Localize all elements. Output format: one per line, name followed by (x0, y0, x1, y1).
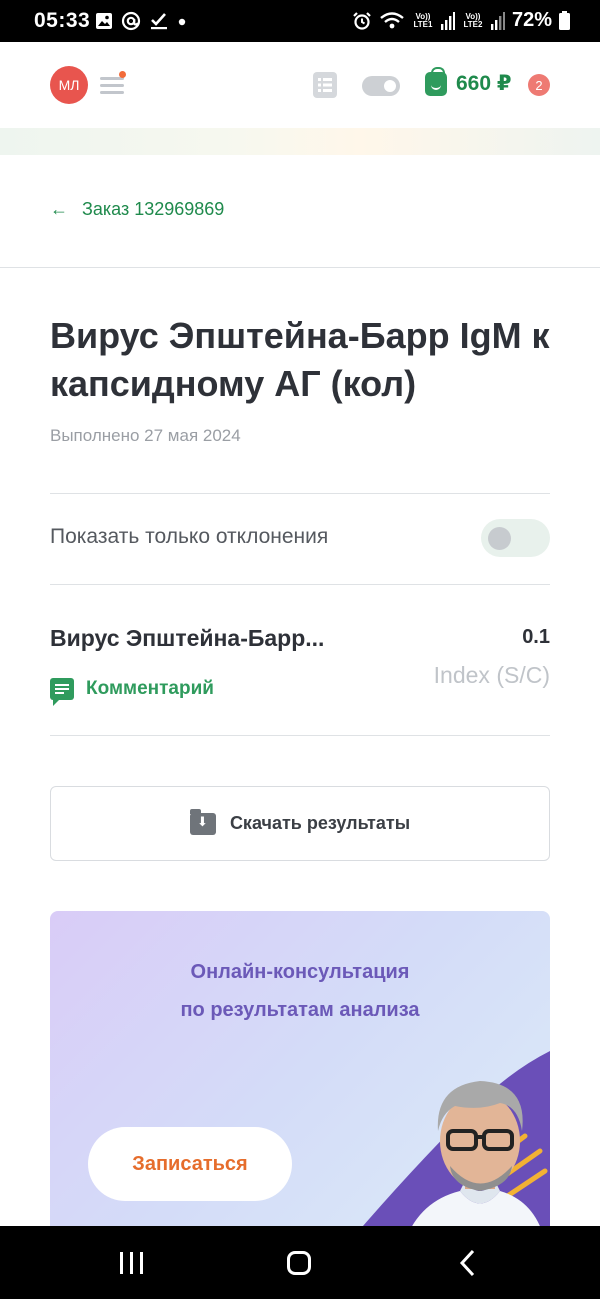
alarm-icon (353, 11, 371, 30)
divider (0, 267, 600, 268)
comment-label: Комментарий (86, 678, 214, 699)
sim2-label: Vo)) LTE2 (463, 11, 483, 29)
divider (50, 584, 550, 585)
at-icon (121, 11, 141, 31)
cart-badge: 2 (528, 74, 550, 96)
cart-sum[interactable]: 660 ₽ (456, 71, 511, 96)
notification-icons (95, 11, 187, 31)
add-toggle-icon[interactable] (362, 76, 400, 96)
divider (50, 735, 550, 736)
comment-icon (50, 678, 74, 706)
banner-title: Онлайн-консультация по результатам анали… (50, 953, 550, 1029)
page-title: Вирус Эпштейна-Барр IgM к капсидному АГ … (50, 315, 550, 404)
signal-icon (490, 11, 505, 30)
back-to-order-link[interactable]: ← Заказ 132969869 (50, 199, 224, 220)
deviations-only-switch[interactable] (481, 519, 550, 557)
home-icon[interactable] (287, 1251, 311, 1275)
result-name[interactable]: Вирус Эпштейна-Барр... (50, 625, 324, 652)
gallery-icon (96, 13, 112, 29)
back-icon[interactable] (458, 1248, 478, 1278)
recent-apps-icon[interactable] (120, 1252, 144, 1274)
back-link-label: Заказ 132969869 (82, 199, 225, 219)
screen: 05:33 Vo)) LTE1 Vo)) LTE2 72% МЛ 660 ₽ 2… (0, 0, 600, 1299)
header-gradient-strip (0, 128, 600, 155)
app-header: МЛ 660 ₽ 2 (0, 42, 600, 130)
menu-icon[interactable] (100, 71, 126, 95)
wifi-icon (380, 11, 404, 28)
completed-date: Выполнено 27 мая 2024 (50, 426, 241, 445)
banner-title-line2: по результатам анализа (180, 999, 420, 1021)
dot-icon (178, 18, 186, 26)
status-bar: 05:33 Vo)) LTE1 Vo)) LTE2 72% (0, 0, 600, 42)
signal-icon (440, 11, 455, 30)
avatar[interactable]: МЛ (50, 66, 88, 104)
battery-percent: 72% (511, 9, 552, 31)
comment-link[interactable]: Комментарий (50, 678, 214, 706)
switch-knob (488, 527, 511, 550)
battery-icon (559, 11, 570, 30)
result-value: 0.1 (522, 626, 550, 648)
sign-up-button[interactable]: Записаться (88, 1127, 292, 1201)
deviations-only-label: Показать только отклонения (50, 525, 329, 548)
system-nav-bar (0, 1226, 600, 1299)
divider (50, 493, 550, 494)
result-unit: Index (S/C) (433, 662, 550, 688)
sim1-label: Vo)) LTE1 (413, 11, 433, 29)
orders-list-icon[interactable] (313, 72, 337, 98)
system-icons: Vo)) LTE1 Vo)) LTE2 72% (352, 9, 570, 32)
download-results-button[interactable]: Скачать результаты (50, 786, 550, 861)
banner-title-line1: Онлайн-консультация (190, 961, 410, 983)
notification-dot (119, 71, 126, 78)
cart-icon[interactable] (425, 67, 447, 96)
check-icon (151, 13, 167, 30)
status-time: 05:33 (34, 9, 91, 32)
download-results-label: Скачать результаты (229, 813, 411, 833)
folder-download-icon (189, 808, 216, 835)
arrow-left-icon: ← (50, 199, 68, 219)
doctor-illustration (350, 1051, 550, 1241)
consultation-banner[interactable]: Онлайн-консультация по результатам анали… (50, 911, 550, 1241)
